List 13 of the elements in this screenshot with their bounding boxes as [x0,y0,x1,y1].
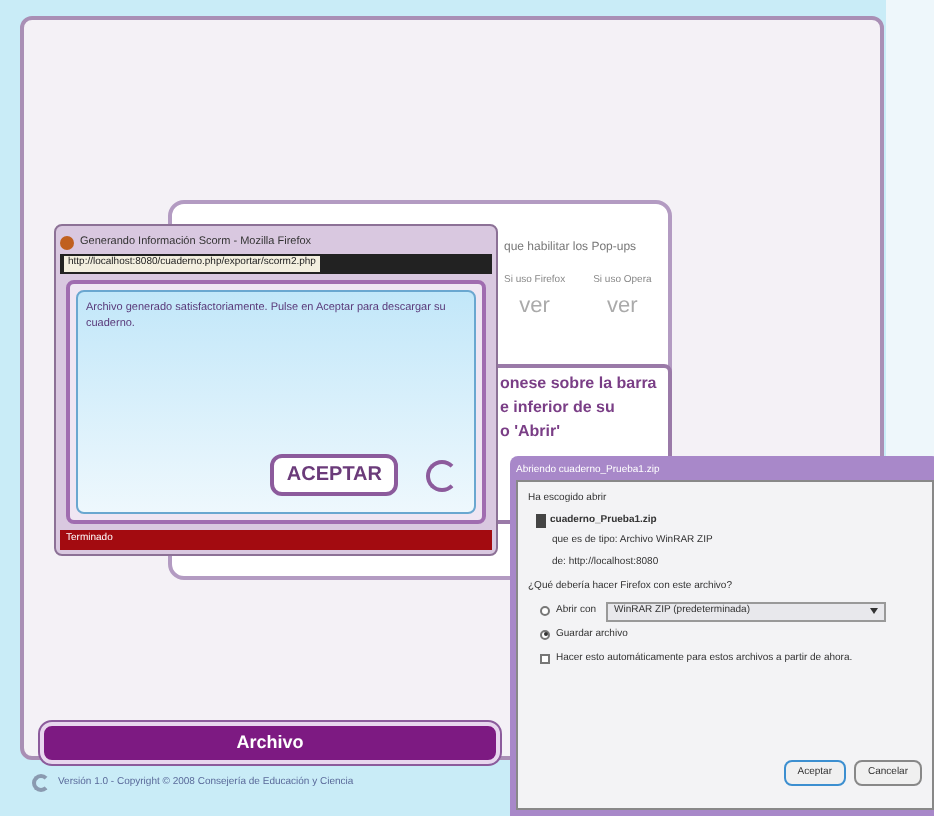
archive-button[interactable]: Archivo [40,722,500,764]
browser-icon [60,235,74,249]
step-text: o 'Abrir' [500,420,563,444]
step-text: onese sobre la barra [500,372,657,396]
radio-button[interactable] [540,606,550,616]
radio-button[interactable] [540,629,550,639]
step-text: e inferior de su [500,396,617,420]
logo-icon [32,774,50,792]
dropdown-arrow-icon [870,608,878,614]
accept-button[interactable]: ACEPTAR [270,454,398,496]
checkbox[interactable] [540,653,550,664]
file-icon [536,513,546,528]
logo-icon [426,459,458,491]
